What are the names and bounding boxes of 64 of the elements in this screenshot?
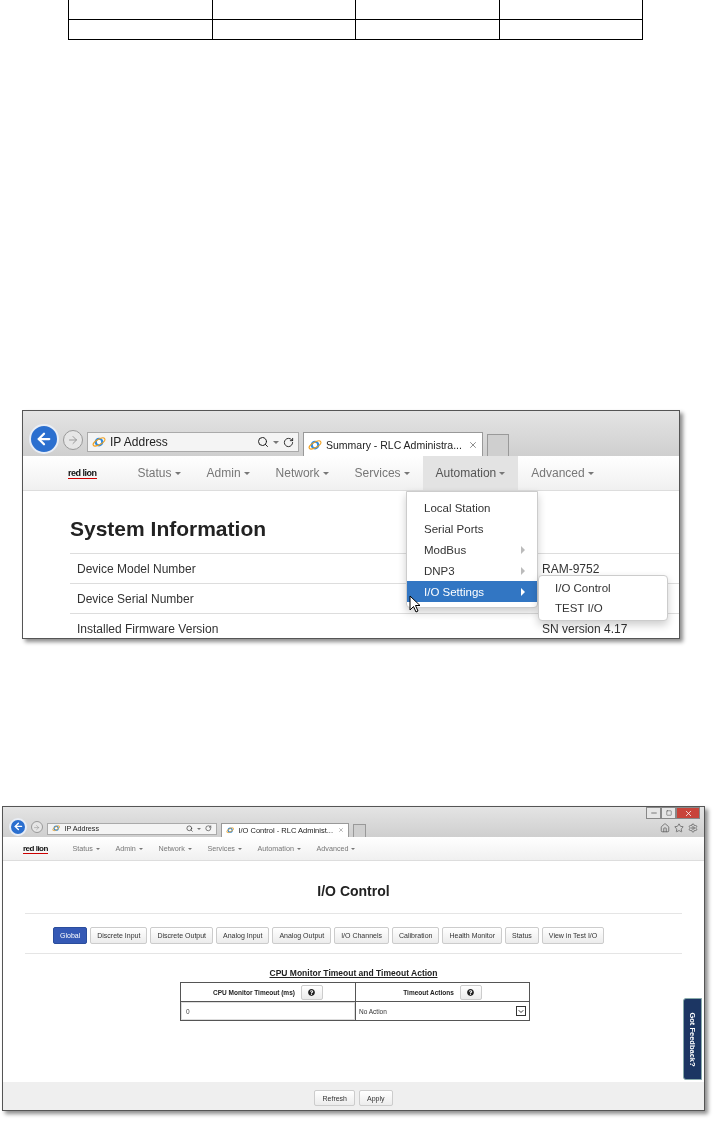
forward-arrow-icon [33, 823, 41, 831]
logo: red lion [68, 467, 97, 479]
section-title: CPU Monitor Timeout and Timeout Action [269, 968, 438, 978]
row-value: SN version 4.17 [542, 621, 628, 636]
menu-item[interactable]: Serial Ports [407, 518, 537, 539]
row-label: Installed Firmware Version [77, 621, 219, 636]
forward-button[interactable] [63, 430, 83, 450]
nav-menu-item[interactable]: Network [262, 456, 342, 490]
nav-menu-item[interactable]: Automation [422, 456, 519, 490]
row-value: RAM-9752 [542, 561, 600, 576]
back-arrow-icon [12, 821, 24, 833]
submenu-arrow-icon [521, 566, 525, 575]
menu-item[interactable]: TEST I/O [539, 598, 667, 618]
caret-icon [273, 440, 279, 444]
menu-item[interactable]: ModBus [407, 539, 537, 560]
minimize-button[interactable] [646, 807, 661, 819]
nav-menu-item[interactable]: Admin [193, 456, 263, 490]
close-icon[interactable] [338, 827, 344, 834]
settings-icon[interactable] [688, 823, 698, 833]
browser-logo-icon [92, 435, 106, 449]
address-bar[interactable]: IP Address [87, 432, 299, 452]
help-button[interactable] [459, 984, 482, 1000]
menu-item[interactable]: I/O Control [539, 578, 667, 598]
nav-menu-item[interactable]: Services [341, 456, 423, 490]
dropdown-arrow-icon [516, 1006, 526, 1016]
row-label: Device Model Number [77, 561, 196, 576]
maximize-button[interactable] [661, 807, 676, 819]
menu-item[interactable]: Local Station [407, 497, 537, 518]
new-tab-button[interactable] [487, 434, 509, 456]
submenu-arrow-icon [521, 545, 525, 554]
search-icon[interactable] [257, 436, 269, 448]
submenu-arrow-icon [521, 587, 525, 596]
help-icon [308, 988, 316, 996]
refresh-icon[interactable] [283, 436, 294, 448]
menu-item[interactable]: DNP3 [407, 560, 537, 581]
row-label: Device Serial Number [77, 591, 194, 606]
forward-arrow-icon [67, 434, 79, 446]
new-tab-button[interactable] [353, 823, 367, 837]
close-icon[interactable] [468, 439, 478, 450]
caret-icon [197, 827, 202, 830]
maximize-icon [665, 810, 672, 816]
menu-item[interactable]: I/O Settings [407, 581, 537, 602]
close-icon [683, 808, 693, 818]
tab-title: Summary - RLC Administra... [326, 438, 463, 451]
help-button[interactable] [300, 984, 323, 1000]
page-heading: System Information [70, 517, 267, 541]
help-icon [467, 988, 475, 996]
browser-tab[interactable]: Summary - RLC Administra... [303, 432, 483, 456]
page-title: I/O Control [316, 883, 391, 899]
nav-menu-item[interactable]: Status [124, 456, 194, 490]
logo: red lion [23, 843, 48, 854]
forward-button[interactable] [31, 821, 43, 834]
search-icon[interactable] [186, 825, 194, 833]
nav-menu-item[interactable]: Advanced [518, 456, 607, 490]
back-button[interactable] [9, 817, 27, 836]
home-icon[interactable] [660, 823, 670, 833]
browser-logo-icon [52, 824, 61, 833]
minimize-icon [649, 809, 658, 817]
browser-logo-icon [226, 826, 235, 835]
browser-logo-icon [308, 437, 322, 452]
star-icon[interactable] [674, 823, 684, 833]
close-window-button[interactable] [676, 807, 700, 819]
back-button[interactable] [29, 424, 59, 454]
address-text: IP Address [110, 435, 169, 449]
